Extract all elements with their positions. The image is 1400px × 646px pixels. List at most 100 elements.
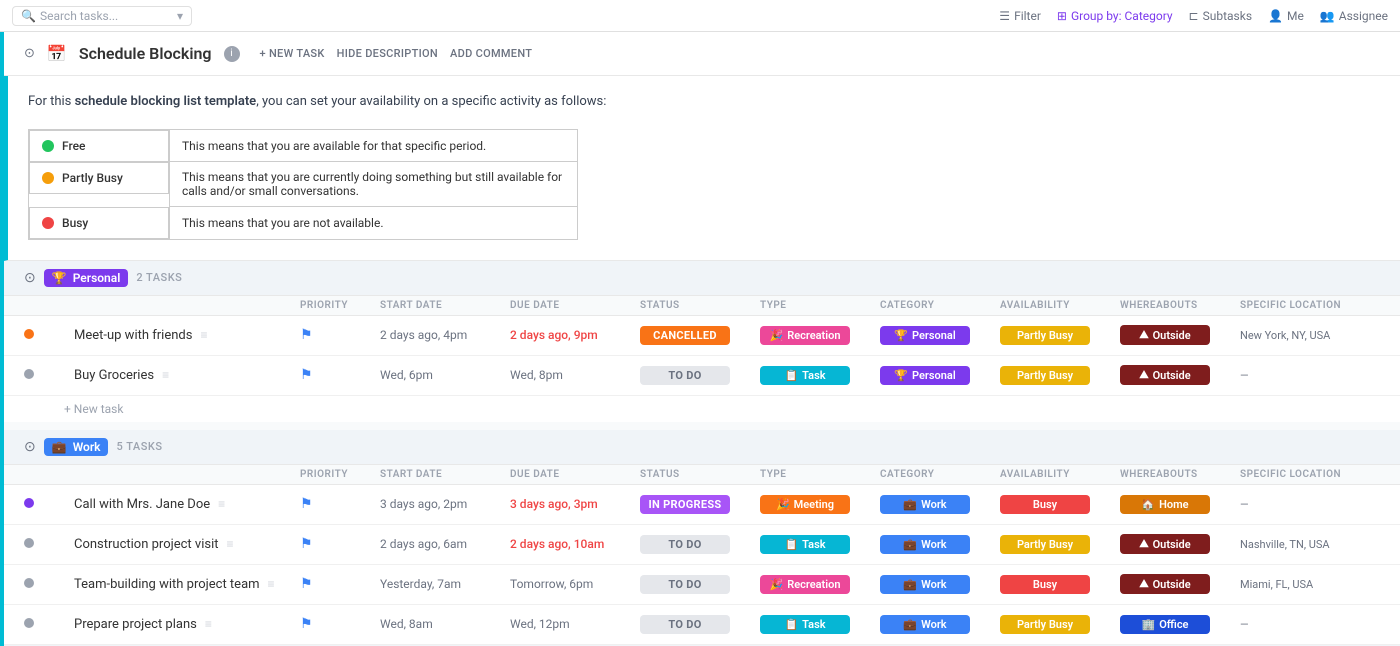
startdate-call: 3 days ago, 2pm	[380, 497, 510, 511]
task-drag-call[interactable]: ≡	[218, 497, 225, 511]
startdate-groceries: Wed, 6pm	[380, 368, 510, 382]
avail-partlybusy-label: Partly Busy	[29, 162, 169, 194]
task-row-construction: Construction project visit ≡ ⚑ 2 days ag…	[4, 525, 1400, 565]
priority-plans[interactable]: ⚑	[300, 616, 380, 632]
office-icon-plans: 🏢	[1142, 618, 1156, 631]
new-task-button[interactable]: + NEW TASK	[260, 47, 325, 60]
task-name-groceries[interactable]: Buy Groceries ≡	[74, 368, 300, 383]
task-row-teambuilding: Team-building with project team ≡ ⚑ Yest…	[4, 565, 1400, 605]
avail-row-free: Free This means that you are available f…	[29, 129, 578, 162]
hide-description-button[interactable]: HIDE DESCRIPTION	[337, 47, 438, 60]
avail-construction[interactable]: Partly Busy	[1000, 535, 1120, 554]
avail-plans[interactable]: Partly Busy	[1000, 615, 1120, 634]
avail-groceries[interactable]: Partly Busy	[1000, 366, 1120, 385]
type-meetup[interactable]: 🎉 Recreation	[760, 326, 880, 345]
status-groceries[interactable]: TO DO	[640, 366, 760, 385]
work-icon: 💼	[52, 440, 67, 454]
task-name-meetup[interactable]: Meet-up with friends ≡	[74, 328, 300, 343]
task-name-call[interactable]: Call with Mrs. Jane Doe ≡	[74, 497, 300, 512]
collapse-icon[interactable]: ⊙	[24, 46, 35, 61]
col-category: CATEGORY	[880, 300, 1000, 311]
priority-construction[interactable]: ⚑	[300, 536, 380, 552]
description-section: For this schedule blocking list template…	[4, 76, 1400, 261]
location-groceries: —	[1240, 369, 1380, 382]
where-groceries[interactable]: ⛰ Outside	[1120, 365, 1240, 385]
info-icon[interactable]: i	[224, 46, 240, 62]
where-construction[interactable]: ⛰ Outside	[1120, 534, 1240, 554]
status-meetup[interactable]: CANCELLED	[640, 326, 760, 345]
outside-icon-groceries: ⛰	[1139, 368, 1148, 382]
type-construction[interactable]: 📋 Task	[760, 535, 880, 554]
task-dot-call	[24, 497, 74, 512]
task-name-teambuilding[interactable]: Team-building with project team ≡	[74, 577, 300, 592]
add-task-personal[interactable]: + New task	[4, 396, 1400, 422]
type-groceries[interactable]: 📋 Task	[760, 366, 880, 385]
task-drag-teambuilding[interactable]: ≡	[268, 577, 275, 591]
category-construction[interactable]: 💼 Work	[880, 535, 1000, 554]
priority-call[interactable]: ⚑	[300, 496, 380, 512]
task-name-construction[interactable]: Construction project visit ≡	[74, 537, 300, 552]
type-call[interactable]: 🎉 Meeting	[760, 495, 880, 514]
subtasks-icon: ⊏	[1189, 9, 1199, 23]
filter-button[interactable]: ☰ Filter	[999, 9, 1041, 23]
task-drag-plans[interactable]: ≡	[205, 617, 212, 631]
assignee-icon: 👥	[1320, 9, 1335, 23]
task-dot-groceries	[24, 368, 74, 383]
task-dot-construction	[24, 537, 74, 552]
location-call: —	[1240, 498, 1380, 511]
status-construction[interactable]: TO DO	[640, 535, 760, 554]
col-duedate: DUE DATE	[510, 300, 640, 311]
status-call[interactable]: IN PROGRESS	[640, 495, 760, 514]
where-meetup[interactable]: ⛰ Outside	[1120, 325, 1240, 345]
status-plans[interactable]: TO DO	[640, 615, 760, 634]
add-comment-button[interactable]: ADD COMMENT	[450, 47, 532, 60]
groupby-button[interactable]: ⊞ Group by: Category	[1057, 9, 1173, 23]
me-button[interactable]: 👤 Me	[1268, 9, 1304, 23]
personal-cat-icon2: 🏆	[894, 369, 908, 382]
task-drag-meetup[interactable]: ≡	[200, 328, 207, 342]
work-cat-icon-call: 💼	[903, 498, 917, 511]
main-container: ⊙ 📅 Schedule Blocking i + NEW TASK HIDE …	[0, 32, 1400, 646]
subtasks-button[interactable]: ⊏ Subtasks	[1189, 9, 1252, 23]
avail-teambuilding[interactable]: Busy	[1000, 575, 1120, 594]
task-dot-teambuilding	[24, 577, 74, 592]
where-call[interactable]: 🏠 Home	[1120, 495, 1240, 514]
page-icon: 📅	[47, 44, 67, 63]
search-bar[interactable]: 🔍 Search tasks... ▾	[12, 6, 192, 26]
group-header-work: ⊙ 💼 Work 5 TASKS	[4, 430, 1400, 465]
avail-call[interactable]: Busy	[1000, 495, 1120, 514]
task-row-plans: Prepare project plans ≡ ⚑ Wed, 8am Wed, …	[4, 605, 1400, 645]
priority-groceries[interactable]: ⚑	[300, 367, 380, 383]
group-collapse-work[interactable]: ⊙	[24, 439, 36, 455]
personal-icon: 🏆	[52, 271, 67, 285]
status-teambuilding[interactable]: TO DO	[640, 575, 760, 594]
type-teambuilding[interactable]: 🎉 Recreation	[760, 575, 880, 594]
where-teambuilding[interactable]: ⛰ Outside	[1120, 574, 1240, 594]
category-meetup[interactable]: 🏆 Personal	[880, 326, 1000, 345]
col-status: STATUS	[640, 300, 760, 311]
category-groceries[interactable]: 🏆 Personal	[880, 366, 1000, 385]
category-teambuilding[interactable]: 💼 Work	[880, 575, 1000, 594]
home-icon-call: 🏠	[1141, 498, 1155, 511]
priority-teambuilding[interactable]: ⚑	[300, 576, 380, 592]
task-icon-plans: 📋	[784, 618, 798, 631]
where-plans[interactable]: 🏢 Office	[1120, 615, 1240, 634]
priority-meetup[interactable]: ⚑	[300, 327, 380, 343]
task-drag-construction[interactable]: ≡	[227, 537, 234, 551]
avail-meetup[interactable]: Partly Busy	[1000, 326, 1120, 345]
group-header-personal: ⊙ 🏆 Personal 2 TASKS	[4, 261, 1400, 296]
column-headers-personal: PRIORITY START DATE DUE DATE STATUS TYPE…	[4, 296, 1400, 316]
assignee-button[interactable]: 👥 Assignee	[1320, 9, 1388, 23]
avail-row-partlybusy: Partly Busy This means that you are curr…	[29, 162, 578, 207]
page-title: Schedule Blocking	[79, 44, 212, 63]
person-icon: 👤	[1268, 9, 1283, 23]
type-plans[interactable]: 📋 Task	[760, 615, 880, 634]
category-call[interactable]: 💼 Work	[880, 495, 1000, 514]
task-name-plans[interactable]: Prepare project plans ≡	[74, 617, 300, 632]
groupby-icon: ⊞	[1057, 9, 1067, 23]
task-drag-groceries[interactable]: ≡	[162, 368, 169, 382]
outside-icon-construction: ⛰	[1139, 537, 1148, 551]
group-collapse-personal[interactable]: ⊙	[24, 270, 36, 286]
category-plans[interactable]: 💼 Work	[880, 615, 1000, 634]
free-dot	[42, 140, 54, 152]
